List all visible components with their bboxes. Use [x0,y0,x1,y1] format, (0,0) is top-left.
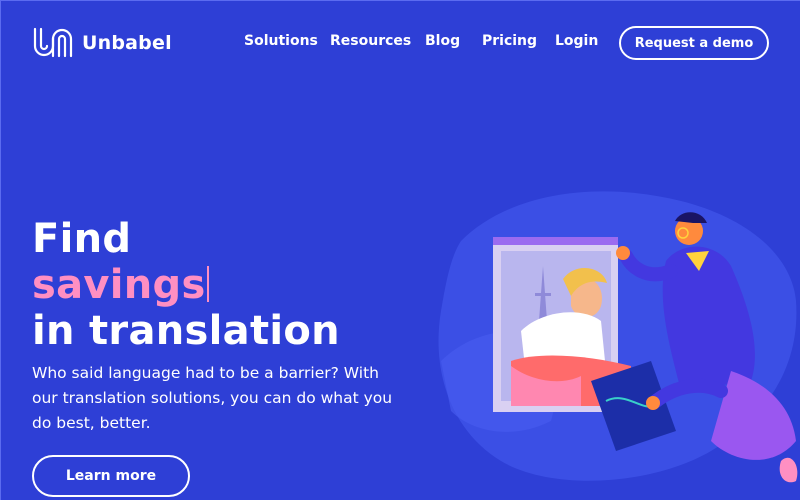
hero-title-rotating-word: savings [32,262,206,308]
hero-title-line3: in translation [32,308,340,354]
page: Unbabel Solutions Resources Blog Pricing… [0,0,800,500]
unbabel-logo-icon [33,27,73,58]
nav-resources[interactable]: Resources [330,33,411,49]
hero-illustration [438,191,798,483]
hero-subtitle: Who said language had to be a barrier? W… [32,364,393,432]
brand-logo[interactable]: Unbabel [32,26,172,59]
nav-login[interactable]: Login [555,33,598,49]
nav-blog[interactable]: Blog [425,33,460,49]
hero-title-line1: Find [32,216,132,262]
request-demo-button[interactable]: Request a demo [619,26,769,60]
nav-solutions[interactable]: Solutions [244,33,318,49]
nav-pricing[interactable]: Pricing [482,33,537,49]
typing-caret [206,266,209,302]
brand-name: Unbabel [82,31,172,54]
learn-more-button[interactable]: Learn more [32,455,190,497]
decorative-shape [779,457,798,483]
hero-title: Find savings in translation [32,216,340,354]
